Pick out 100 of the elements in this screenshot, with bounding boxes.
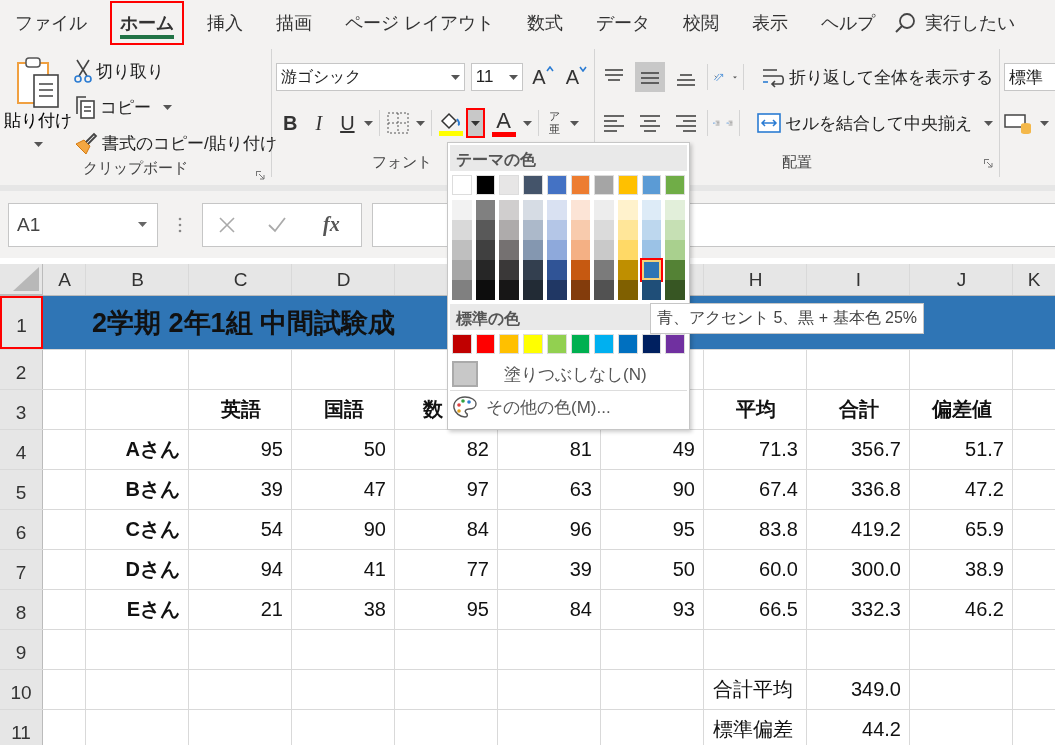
column-header[interactable]: C: [189, 264, 292, 295]
color-swatch[interactable]: [665, 175, 686, 195]
expand-icon[interactable]: [256, 171, 265, 180]
color-swatch[interactable]: [641, 260, 662, 280]
color-swatch[interactable]: [594, 220, 614, 240]
row-header[interactable]: 6: [0, 510, 43, 549]
currency-icon[interactable]: [1004, 111, 1034, 135]
caret-icon[interactable]: [732, 74, 737, 80]
color-swatch[interactable]: [617, 280, 638, 300]
ribbon-tab[interactable]: ファイル: [5, 0, 97, 45]
column-header[interactable]: D: [292, 264, 395, 295]
search-icon[interactable]: [894, 11, 916, 34]
color-swatch[interactable]: [594, 200, 614, 220]
insert-function-button[interactable]: fx: [317, 212, 346, 237]
color-swatch[interactable]: [617, 200, 638, 220]
color-swatch[interactable]: [452, 200, 472, 220]
color-swatch[interactable]: [475, 240, 496, 260]
ribbon-tab[interactable]: ホーム: [110, 0, 184, 45]
color-swatch[interactable]: [641, 220, 662, 240]
color-swatch[interactable]: [499, 220, 520, 240]
color-swatch[interactable]: [452, 280, 472, 300]
ribbon-tab[interactable]: 表示: [742, 0, 798, 45]
column-header[interactable]: I: [807, 264, 910, 295]
increase-font-button[interactable]: A: [529, 65, 557, 89]
color-swatch[interactable]: [570, 280, 591, 300]
color-swatch[interactable]: [641, 280, 662, 300]
italic-button[interactable]: I: [312, 111, 326, 135]
color-swatch[interactable]: [594, 260, 614, 280]
color-swatch[interactable]: [499, 240, 520, 260]
bold-button[interactable]: B: [280, 111, 301, 135]
color-swatch[interactable]: [665, 280, 686, 300]
row-header[interactable]: 8: [0, 590, 43, 629]
color-swatch[interactable]: [523, 334, 543, 354]
column-header[interactable]: A: [43, 264, 86, 295]
row-header[interactable]: 10: [0, 670, 43, 709]
ribbon-tab[interactable]: 描画: [266, 0, 322, 45]
phonetic-button[interactable]: ア 亜: [544, 110, 564, 136]
check-icon[interactable]: [266, 215, 287, 234]
color-swatch[interactable]: [617, 220, 638, 240]
color-swatch[interactable]: [546, 240, 567, 260]
color-swatch[interactable]: [523, 220, 543, 240]
color-swatch[interactable]: [570, 240, 591, 260]
column-header[interactable]: K: [1013, 264, 1055, 295]
column-header[interactable]: J: [910, 264, 1013, 295]
color-swatch[interactable]: [641, 175, 662, 195]
row-header[interactable]: 11: [0, 710, 43, 745]
row-header[interactable]: 9: [0, 630, 43, 669]
caret-icon[interactable]: [363, 120, 373, 126]
color-swatch[interactable]: [499, 334, 520, 354]
color-swatch[interactable]: [475, 200, 496, 220]
color-swatch[interactable]: [523, 260, 543, 280]
color-swatch[interactable]: [499, 260, 520, 280]
color-swatch[interactable]: [594, 240, 614, 260]
ribbon-tab[interactable]: 数式: [517, 0, 573, 45]
color-swatch[interactable]: [617, 240, 638, 260]
more-colors-item[interactable]: その他の色(M)...: [450, 390, 687, 423]
decrease-font-button[interactable]: A: [562, 65, 590, 89]
color-swatch[interactable]: [665, 220, 686, 240]
color-swatch[interactable]: [594, 175, 614, 195]
expand-icon[interactable]: [984, 159, 993, 168]
number-format-field[interactable]: 標準: [1004, 63, 1055, 91]
column-header[interactable]: B: [86, 264, 189, 295]
color-swatch[interactable]: [617, 334, 638, 354]
color-swatch[interactable]: [570, 260, 591, 280]
color-swatch[interactable]: [452, 175, 472, 195]
color-swatch[interactable]: [594, 334, 614, 354]
color-swatch[interactable]: [523, 280, 543, 300]
color-swatch[interactable]: [475, 220, 496, 240]
font-color-button[interactable]: A: [490, 109, 517, 137]
color-swatch[interactable]: [475, 260, 496, 280]
color-swatch[interactable]: [641, 334, 662, 354]
color-swatch[interactable]: [523, 175, 543, 195]
ribbon-tab[interactable]: ヘルプ: [811, 0, 885, 45]
search-prompt[interactable]: 実行したい: [925, 10, 1015, 35]
caret-icon[interactable]: [522, 120, 532, 126]
ribbon-tab[interactable]: データ: [586, 0, 660, 45]
row-header[interactable]: 7: [0, 550, 43, 589]
no-fill-item[interactable]: 塗りつぶしなし(N): [450, 358, 687, 390]
color-swatch[interactable]: [452, 260, 472, 280]
color-swatch[interactable]: [546, 334, 567, 354]
border-icon[interactable]: [385, 111, 410, 135]
color-swatch[interactable]: [594, 280, 614, 300]
ribbon-tab[interactable]: ページ レイアウト: [335, 0, 504, 45]
color-swatch[interactable]: [546, 175, 567, 195]
caret-icon[interactable]: [1040, 120, 1049, 126]
color-swatch[interactable]: [523, 200, 543, 220]
row-header[interactable]: 2: [0, 350, 43, 389]
color-swatch[interactable]: [665, 260, 686, 280]
grip-icon[interactable]: [178, 216, 182, 233]
wrap-text-button[interactable]: 折り返して全体を表示する: [759, 65, 995, 89]
ribbon-tab[interactable]: 挿入: [197, 0, 253, 45]
copy-button[interactable]: コピー: [72, 91, 279, 123]
caret-icon[interactable]: [569, 120, 579, 126]
row-header[interactable]: 5: [0, 470, 43, 509]
color-swatch[interactable]: [499, 280, 520, 300]
fill-color-dropdown[interactable]: [465, 108, 485, 138]
color-swatch[interactable]: [475, 334, 496, 354]
color-swatch[interactable]: [570, 175, 591, 195]
caret-icon[interactable]: [415, 120, 425, 126]
color-swatch[interactable]: [499, 175, 520, 195]
